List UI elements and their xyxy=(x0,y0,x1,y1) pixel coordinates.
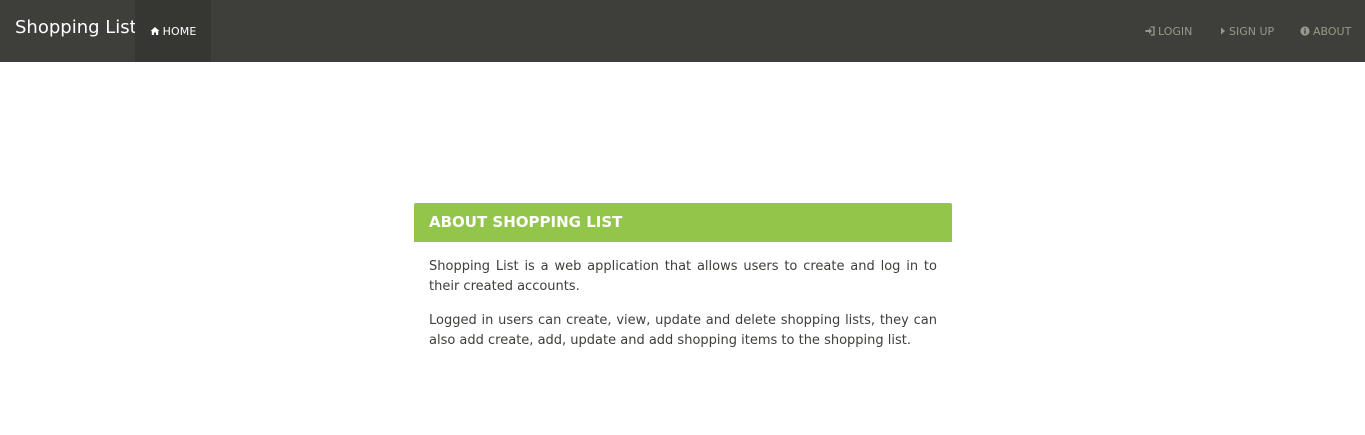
nav-login-label: LOGIN xyxy=(1158,24,1193,38)
info-circle-icon xyxy=(1300,26,1310,36)
home-icon xyxy=(150,26,160,36)
about-panel: ABOUT SHOPPING LIST Shopping List is a w… xyxy=(414,203,952,365)
caret-right-icon xyxy=(1220,26,1226,36)
nav-home[interactable]: HOME xyxy=(135,0,211,62)
nav-signup-label: SIGN UP xyxy=(1229,24,1275,38)
panel-paragraph: Shopping List is a web application that … xyxy=(429,259,937,294)
nav-login[interactable]: LOGIN xyxy=(1145,0,1192,62)
nav-about-label: ABOUT xyxy=(1313,24,1352,38)
sign-in-icon xyxy=(1145,26,1155,36)
navbar: Shopping List HOME LOGIN SIGN UP ABOUT xyxy=(0,0,1365,62)
panel-paragraph: Logged in users can create, view, update… xyxy=(429,313,937,348)
panel-body: Shopping List is a web application that … xyxy=(414,242,952,351)
panel-heading: ABOUT SHOPPING LIST xyxy=(414,203,952,242)
nav-signup[interactable]: SIGN UP xyxy=(1220,0,1274,62)
brand-link[interactable]: Shopping List xyxy=(15,17,137,39)
nav-home-label: HOME xyxy=(162,24,197,38)
nav-about[interactable]: ABOUT xyxy=(1300,0,1351,62)
